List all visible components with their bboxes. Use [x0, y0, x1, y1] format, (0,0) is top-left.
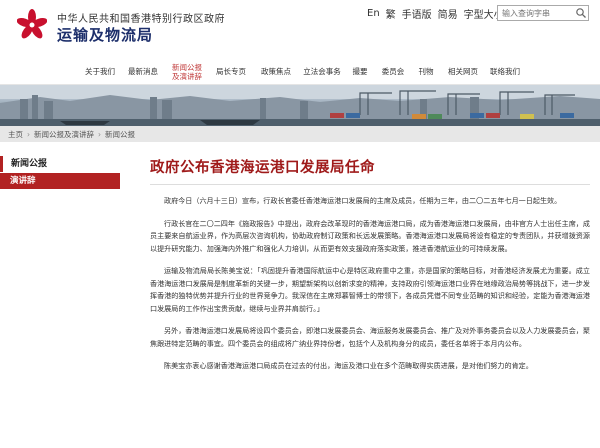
- article-paragraph: 另外，香港海运港口发展局将设四个委员会，即港口发展委员会、海运服务发展委员会、推…: [150, 326, 590, 348]
- nav-press-line2: 及演讲辞: [172, 71, 202, 81]
- search-icon[interactable]: [575, 7, 587, 19]
- breadcrumb-home[interactable]: 主页: [8, 129, 23, 140]
- article-paragraph: 陈美宝亦衷心感谢香港海运港口局成员在过去的付出，海运及港口业在多个范畴取得实质进…: [164, 361, 533, 370]
- lang-en-link[interactable]: En: [367, 8, 380, 19]
- port-skyline-illustration: [0, 85, 600, 126]
- hksar-emblem-logo[interactable]: [17, 8, 47, 42]
- breadcrumb-press-releases[interactable]: 新闻公报: [105, 129, 135, 140]
- nav-latest-news[interactable]: 最新消息: [126, 58, 160, 85]
- bureau-name[interactable]: 运输及物流局: [57, 24, 153, 45]
- sidebar-item-press-releases[interactable]: 新闻公报: [0, 156, 120, 172]
- nav-digest[interactable]: 撮要: [350, 58, 370, 85]
- main-nav: 关于我们 最新消息 新闻公报 及演讲辞 局长专页 政策焦点 立法会事务 撮要 委…: [0, 58, 600, 85]
- nav-secretary-page[interactable]: 局长专页: [213, 58, 249, 85]
- sidebar-item-speeches[interactable]: 演讲辞: [0, 173, 120, 189]
- search-box: [497, 5, 589, 21]
- nav-related-links[interactable]: 相关网页: [446, 58, 480, 85]
- government-name: 中华人民共和国香港特别行政区政府: [57, 14, 225, 25]
- article-title: 政府公布香港海运港口发展局任命: [150, 160, 375, 176]
- site-header: 中华人民共和国香港特别行政区政府 运输及物流局 En 繁 手语版 简易 字型大小: [0, 0, 600, 58]
- article-paragraph: 行政长官在二〇二四年《施政报告》中提出，政府会改革现时的香港海运港口局，成为香港…: [150, 218, 590, 253]
- nav-publications[interactable]: 刊物: [416, 58, 436, 85]
- title-divider: [150, 184, 590, 185]
- search-input[interactable]: [498, 6, 573, 20]
- simple-language-link[interactable]: 简易: [438, 6, 458, 21]
- breadcrumb-press-speeches[interactable]: 新闻公报及演讲辞: [34, 129, 94, 140]
- nav-contact[interactable]: 联络我们: [488, 58, 522, 85]
- nav-policy-focus[interactable]: 政策焦点: [258, 58, 294, 85]
- chevron-right-icon: ›: [27, 129, 30, 139]
- article: 政府公布香港海运港口发展局任命 政府今日（六月十三日）宣布，行政长官委任香港海运…: [150, 156, 590, 373]
- top-links: En 繁 手语版 简易 字型大小: [367, 6, 504, 21]
- nav-press-line1: 新闻公报: [172, 62, 202, 72]
- chevron-right-icon: ›: [98, 129, 101, 139]
- article-paragraph: 政府今日（六月十三日）宣布，行政长官委任香港海运港口发展局的主席及成员，任期为三…: [164, 196, 562, 205]
- nav-press-releases[interactable]: 新闻公报 及演讲辞: [170, 58, 204, 85]
- article-paragraph: 运输及物流局局长陈美宝说：「巩固提升香港国际航运中心是特区政府重中之重，亦是国家…: [150, 266, 590, 313]
- sidebar: 新闻公报 演讲辞: [0, 156, 120, 189]
- nav-committees[interactable]: 委员会: [380, 58, 406, 85]
- nav-legco[interactable]: 立法会事务: [302, 58, 342, 85]
- lang-tc-link[interactable]: 繁: [386, 6, 396, 21]
- banner-image: [0, 85, 600, 126]
- sign-language-link[interactable]: 手语版: [402, 6, 432, 21]
- nav-about[interactable]: 关于我们: [85, 58, 115, 85]
- breadcrumb: 主页 › 新闻公报及演讲辞 › 新闻公报: [0, 126, 600, 142]
